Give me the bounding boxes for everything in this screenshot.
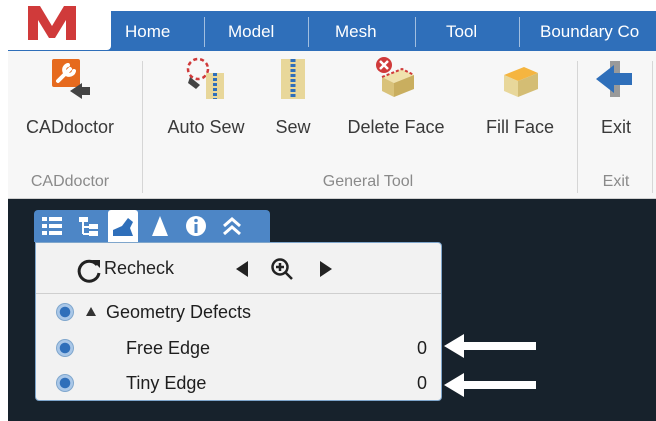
tiny-edge-count: 0 [416, 373, 427, 393]
group-label-general-tool: General Tool [322, 173, 414, 190]
expand-triangle-icon[interactable] [86, 307, 96, 316]
sew-label: Sew [275, 117, 311, 137]
radio-free-edge[interactable] [56, 339, 74, 357]
group-label-exit: Exit [602, 173, 630, 190]
delete-face-label: Delete Face [347, 117, 445, 137]
refresh-icon [77, 259, 101, 283]
panel-tab-bar [34, 210, 270, 242]
free-edge-label: Free Edge [126, 338, 211, 358]
triangle-right-icon[interactable] [314, 257, 338, 281]
auto-sew-button[interactable]: Auto Sew [160, 51, 252, 171]
mesh-icon[interactable] [148, 214, 172, 238]
fill-face-label: Fill Face [485, 117, 554, 137]
menu-home[interactable]: Home [125, 11, 170, 51]
menu-tool[interactable]: Tool [446, 11, 477, 51]
model-icon [113, 218, 133, 236]
auto-sew-icon [186, 57, 224, 99]
fill-face-button[interactable]: Fill Face [470, 51, 570, 171]
caddoctor-label: CADdoctor [25, 117, 115, 137]
menu-separator [308, 17, 309, 47]
exit-button[interactable]: Exit [588, 51, 644, 171]
3d-viewport[interactable]: Recheck Geometry Defects Free Edge 0 Tin… [8, 199, 656, 421]
tree-icon[interactable] [76, 214, 100, 238]
ribbon-separator [577, 61, 578, 193]
annotation-arrow-icon [444, 373, 536, 397]
zoom-in-icon[interactable] [270, 257, 294, 281]
tree-group-geometry-defects[interactable]: Geometry Defects [36, 295, 441, 329]
fill-face-icon [504, 67, 538, 97]
application-window: Home Model Mesh Tool Boundary Co CADdoct… [8, 0, 656, 421]
exit-arrow-icon [596, 61, 632, 97]
radio-tiny-edge[interactable] [56, 374, 74, 392]
tab-model[interactable] [108, 210, 138, 242]
radio-geometry-defects[interactable] [56, 303, 74, 321]
auto-sew-label: Auto Sew [167, 117, 245, 137]
annotation-arrow-icon [444, 334, 536, 358]
panel-toolbar: Recheck [36, 243, 441, 294]
recheck-label: Recheck [104, 258, 175, 278]
group-label-caddoctor: CADdoctor [30, 173, 110, 190]
menu-model[interactable]: Model [228, 11, 274, 51]
exit-label: Exit [600, 117, 631, 137]
tiny-edge-label: Tiny Edge [126, 373, 207, 393]
delete-face-button[interactable]: Delete Face [334, 51, 458, 171]
info-icon[interactable] [184, 214, 208, 238]
model-check-panel: Recheck Geometry Defects Free Edge 0 Tin… [35, 242, 442, 401]
collapse-icon[interactable] [220, 214, 244, 238]
menu-boundary-conditions[interactable]: Boundary Co [540, 11, 639, 51]
list-icon[interactable] [40, 214, 64, 238]
tree-item-free-edge[interactable]: Free Edge 0 [36, 331, 441, 365]
ribbon-separator [652, 61, 653, 193]
app-logo [8, 0, 111, 50]
menu-bar: Home Model Mesh Tool Boundary Co [8, 0, 656, 51]
ribbon: CADdoctor Auto Sew Sew Delete Face Fill … [8, 51, 656, 199]
sew-icon [281, 59, 305, 99]
caddoctor-icon [52, 59, 90, 99]
caddoctor-button[interactable]: CADdoctor [14, 51, 126, 171]
delete-face-icon [376, 57, 415, 97]
free-edge-count: 0 [416, 338, 427, 358]
menu-separator [519, 17, 520, 47]
sew-button[interactable]: Sew [266, 51, 320, 171]
triangle-left-icon[interactable] [230, 257, 254, 281]
ribbon-separator [142, 61, 143, 193]
menu-separator [204, 17, 205, 47]
geometry-defects-label: Geometry Defects [106, 302, 252, 322]
menu-separator [415, 17, 416, 47]
tree-item-tiny-edge[interactable]: Tiny Edge 0 [36, 366, 441, 400]
menu-mesh[interactable]: Mesh [335, 11, 377, 51]
app-logo-m-icon [28, 6, 76, 40]
